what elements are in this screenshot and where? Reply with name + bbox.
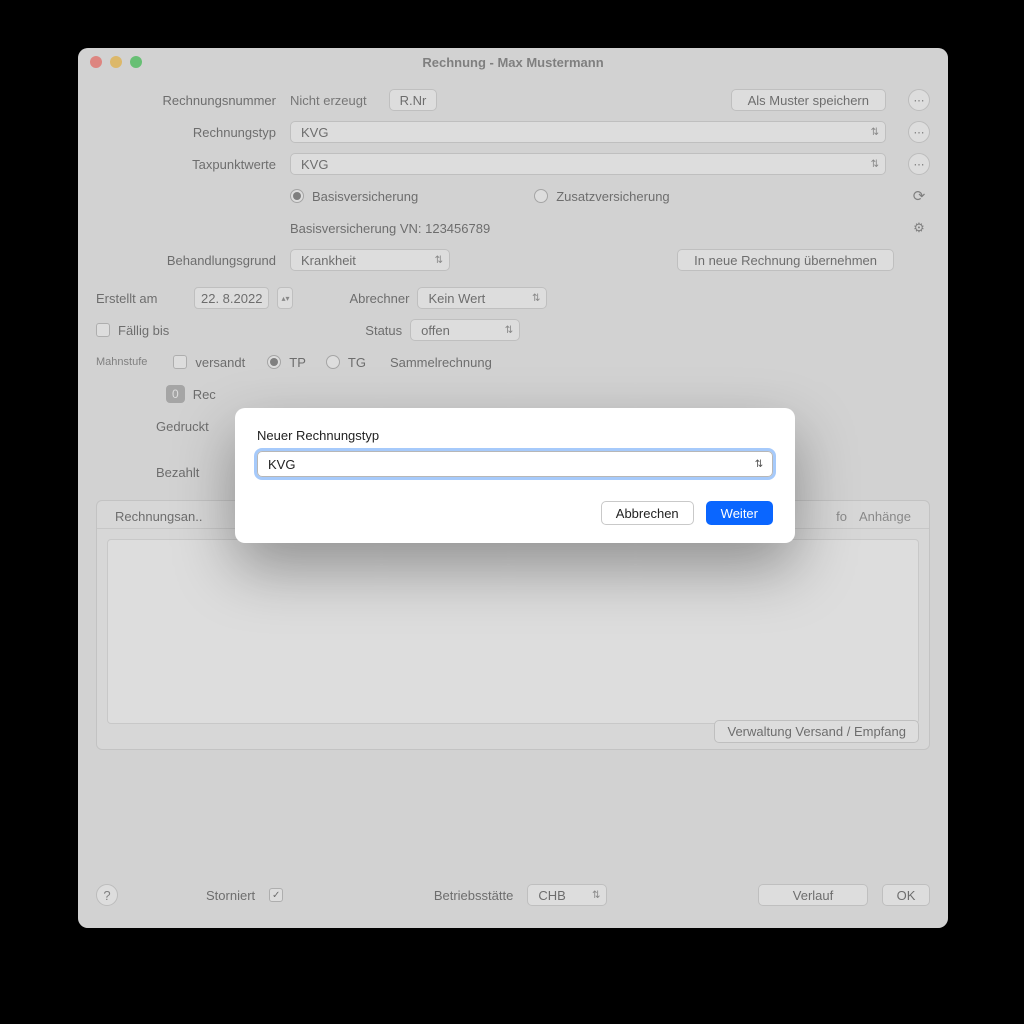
- value-nicht-erzeugt: Nicht erzeugt: [290, 93, 367, 108]
- label-sammelrechnung: Sammelrechnung: [390, 355, 492, 370]
- rechnungstyp-select[interactable]: KVG ⇅: [290, 121, 886, 143]
- ok-button[interactable]: OK: [882, 884, 930, 906]
- betriebsstaette-value: CHB: [538, 888, 565, 903]
- basisversicherung-radio[interactable]: [290, 189, 304, 203]
- abrechner-select[interactable]: Kein Wert ⇅: [417, 287, 547, 309]
- erstellt-am-field[interactable]: 22. 8.2022: [194, 287, 269, 309]
- label-mahnstufe: Mahnstufe: [96, 356, 147, 368]
- tab-rechnungsan[interactable]: Rechnungsan..: [109, 505, 208, 528]
- date-stepper[interactable]: ▴▾: [277, 287, 293, 309]
- more-icon-2[interactable]: ⋯: [908, 121, 930, 143]
- label-tg: TG: [348, 355, 366, 370]
- chevron-updown-icon: ⇅: [532, 293, 540, 304]
- als-muster-button[interactable]: Als Muster speichern: [731, 89, 886, 111]
- rechnungstyp-value: KVG: [301, 125, 328, 140]
- rec-text: Rec: [193, 387, 216, 402]
- label-erstellt-am: Erstellt am: [96, 291, 186, 306]
- chevron-updown-icon: ⇅: [871, 159, 879, 170]
- abrechner-value: Kein Wert: [428, 291, 485, 306]
- chevron-updown-icon: ⇅: [505, 325, 513, 336]
- more-icon-3[interactable]: ⋯: [908, 153, 930, 175]
- label-storniert: Storniert: [206, 888, 255, 903]
- status-select[interactable]: offen ⇅: [410, 319, 520, 341]
- tg-radio[interactable]: [326, 355, 340, 369]
- status-value: offen: [421, 323, 450, 338]
- zusatzversicherung-label: Zusatzversicherung: [556, 189, 669, 204]
- zusatzversicherung-radio[interactable]: [534, 189, 548, 203]
- label-taxpunktwerte: Taxpunktwerte: [96, 157, 282, 172]
- tabs-content: [107, 539, 919, 724]
- behandlungsgrund-value: Krankheit: [301, 253, 356, 268]
- basis-detail-text: Basisversicherung VN: 123456789: [290, 221, 490, 236]
- tab-anhaenge[interactable]: Anhänge: [853, 505, 917, 528]
- label-rechnungsnummer: Rechnungsnummer: [96, 93, 282, 108]
- verlauf-button[interactable]: Verlauf: [758, 884, 868, 906]
- refresh-icon[interactable]: ⟳: [908, 185, 930, 207]
- chevron-updown-icon: ⇅: [750, 455, 768, 473]
- storniert-checkbox[interactable]: [269, 888, 283, 902]
- mahnstufe-count-badge: 0: [166, 385, 185, 403]
- chevron-updown-icon: ⇅: [871, 127, 879, 138]
- modal-cancel-button[interactable]: Abbrechen: [601, 501, 694, 525]
- label-status: Status: [365, 323, 402, 338]
- settings-icon[interactable]: ⚙: [908, 217, 930, 239]
- chevron-updown-icon: ⇅: [435, 255, 443, 266]
- label-bezahlt: Bezahlt: [156, 465, 199, 480]
- label-versandt: versandt: [195, 355, 245, 370]
- label-abrechner: Abrechner: [349, 291, 409, 306]
- behandlungsgrund-select[interactable]: Krankheit ⇅: [290, 249, 450, 271]
- help-button[interactable]: ?: [96, 884, 118, 906]
- taxpunktwerte-select[interactable]: KVG ⇅: [290, 153, 886, 175]
- faellig-bis-checkbox[interactable]: [96, 323, 110, 337]
- more-icon-1[interactable]: ⋯: [908, 89, 930, 111]
- rnr-button[interactable]: R.Nr: [389, 89, 438, 111]
- basisversicherung-label: Basisversicherung: [312, 189, 418, 204]
- modal-confirm-button[interactable]: Weiter: [706, 501, 773, 525]
- label-faellig-bis: Fällig bis: [118, 323, 169, 338]
- modal-rechnungstyp-select[interactable]: KVG ⇅: [257, 451, 773, 477]
- label-betriebsstaette: Betriebsstätte: [434, 888, 514, 903]
- in-neue-rechnung-button[interactable]: In neue Rechnung übernehmen: [677, 249, 894, 271]
- tab-fo[interactable]: fo: [830, 505, 853, 528]
- label-rechnungstyp: Rechnungstyp: [96, 125, 282, 140]
- modal-label: Neuer Rechnungstyp: [257, 428, 773, 443]
- taxpunktwerte-value: KVG: [301, 157, 328, 172]
- versand-button[interactable]: Verwaltung Versand / Empfang: [714, 720, 919, 743]
- tp-radio[interactable]: [267, 355, 281, 369]
- neuer-rechnungstyp-dialog: Neuer Rechnungstyp KVG ⇅ Abbrechen Weite…: [235, 408, 795, 543]
- label-tp: TP: [289, 355, 306, 370]
- label-gedruckt: Gedruckt: [156, 419, 209, 434]
- chevron-updown-icon: ⇅: [592, 890, 600, 901]
- modal-rechnungstyp-value: KVG: [268, 457, 295, 472]
- label-behandlungsgrund: Behandlungsgrund: [96, 253, 282, 268]
- window-title: Rechnung - Max Mustermann: [78, 55, 948, 70]
- versandt-checkbox[interactable]: [173, 355, 187, 369]
- betriebsstaette-select[interactable]: CHB ⇅: [527, 884, 607, 906]
